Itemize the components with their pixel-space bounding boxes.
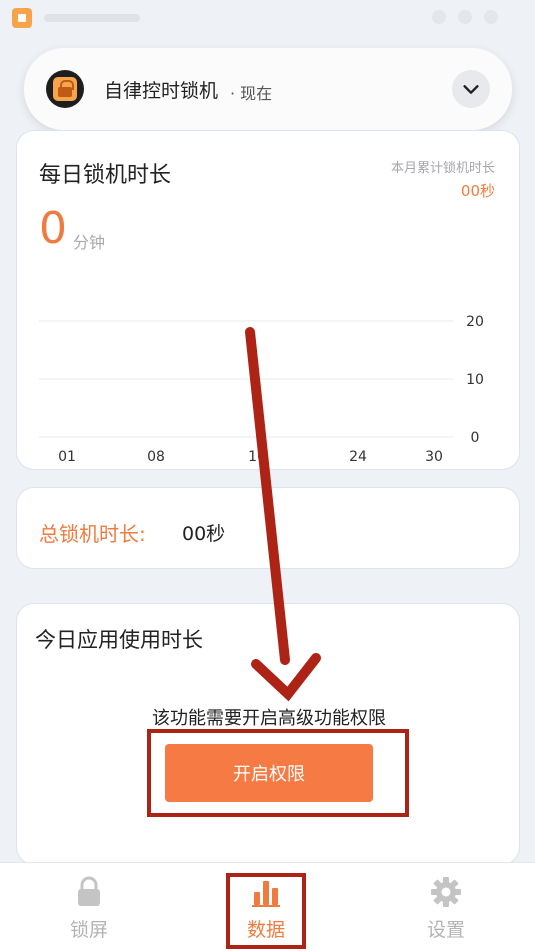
nav-label-settings: 设置 bbox=[426, 919, 465, 941]
today-usage-card: 今日应用使用时长 该功能需要开启高级功能权限 开启权限 bbox=[16, 603, 520, 865]
daily-chart: 20 10 0 01 08 16 24 30 bbox=[39, 314, 484, 465]
status-blurred-text bbox=[44, 14, 140, 22]
status-signal-icon bbox=[458, 10, 472, 24]
permission-message: 该功能需要开启高级功能权限 bbox=[152, 708, 386, 729]
nav-highlight-box bbox=[226, 873, 306, 949]
daily-lock-card: 每日锁机时长 本月累计锁机时长 00秒 0 分钟 20 10 0 01 08 16 24 3… bbox=[16, 130, 520, 470]
notification-app-name: 自律控时锁机 bbox=[104, 80, 219, 102]
chart-x-tick-label: 01 bbox=[58, 449, 76, 465]
bottom-nav: 锁屏 数据 设置 bbox=[0, 862, 535, 951]
nav-item-lock[interactable]: 锁屏 bbox=[39, 875, 139, 942]
expand-button[interactable] bbox=[452, 70, 490, 108]
total-label: 总锁机时长: bbox=[39, 522, 146, 546]
chart-x-tick-label: 08 bbox=[147, 449, 165, 465]
nav-label-lock: 锁屏 bbox=[69, 919, 108, 941]
today-title: 今日应用使用时长 bbox=[35, 628, 203, 652]
gear-icon bbox=[431, 877, 461, 907]
chart-y-tick-label: 20 bbox=[466, 314, 484, 330]
enable-permission-button[interactable]: 开启权限 bbox=[165, 744, 373, 802]
chart-x-tick-label: 16 bbox=[248, 449, 266, 465]
chart-y-tick-label: 0 bbox=[471, 430, 480, 446]
notification-banner[interactable]: 自律控时锁机 · 现在 bbox=[24, 48, 512, 130]
notification-time: · 现在 bbox=[230, 84, 273, 103]
status-bar bbox=[0, 0, 535, 36]
status-wifi-icon bbox=[432, 10, 446, 24]
chevron-down-icon bbox=[463, 85, 479, 94]
total-lock-card: 总锁机时长: 00秒 bbox=[16, 487, 520, 569]
status-battery-icon bbox=[484, 10, 498, 24]
chart-x-tick-label: 24 bbox=[349, 449, 367, 465]
status-app-icon bbox=[12, 8, 32, 28]
nav-item-settings[interactable]: 设置 bbox=[396, 875, 496, 942]
app-lock-icon bbox=[46, 70, 84, 108]
total-value: 00秒 bbox=[182, 523, 226, 545]
chart-y-tick-label: 10 bbox=[466, 372, 484, 388]
lock-icon bbox=[78, 876, 100, 906]
chart-x-tick-label: 30 bbox=[425, 449, 443, 465]
